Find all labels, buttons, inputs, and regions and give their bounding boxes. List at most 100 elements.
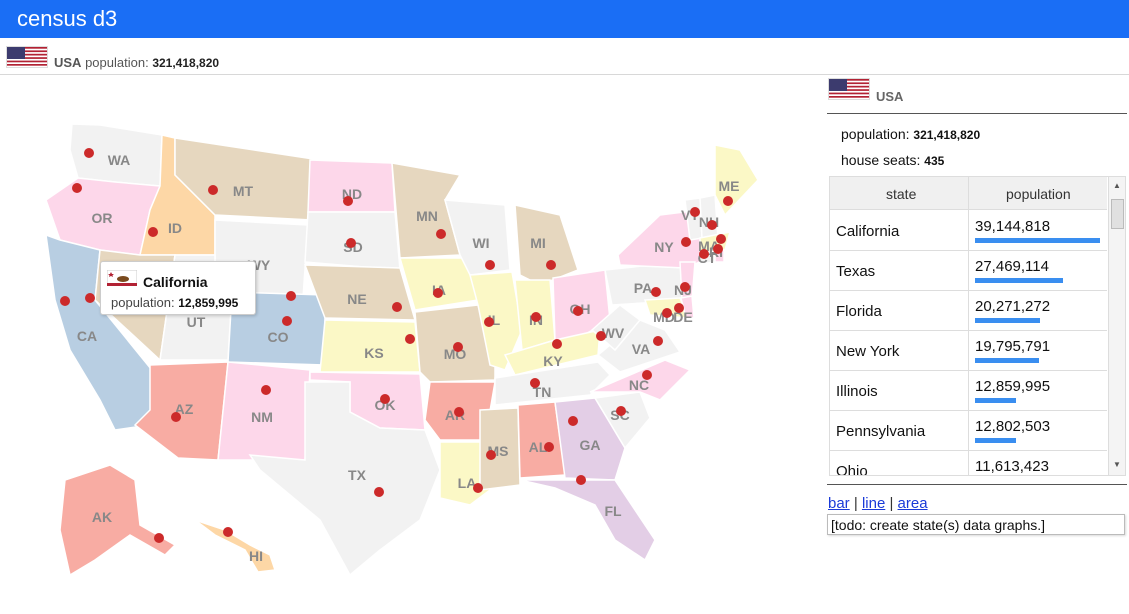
cell-population: 20,271,272 — [975, 298, 1051, 315]
state-label-mi: MI — [530, 235, 546, 251]
cell-state: Ohio — [836, 463, 868, 476]
capital-dot[interactable] — [436, 229, 446, 239]
house-seats-label: house seats: — [841, 152, 921, 168]
state-label-ny: NY — [654, 239, 674, 255]
capital-dot[interactable] — [651, 287, 661, 297]
tooltip-population: population: 12,859,995 — [111, 295, 238, 310]
state-label-ca: CA — [77, 328, 97, 344]
app-title: census d3 — [17, 6, 118, 31]
capital-dot[interactable] — [346, 238, 356, 248]
population-value: 321,418,820 — [152, 56, 220, 70]
tooltip-population-value: 12,859,995 — [178, 296, 239, 310]
capital-dot[interactable] — [84, 148, 94, 158]
state-label-mt: MT — [233, 183, 254, 199]
scroll-up-icon[interactable]: ▲ — [1113, 181, 1121, 190]
capital-dot[interactable] — [662, 308, 672, 318]
scroll-down-icon[interactable]: ▼ — [1113, 460, 1121, 469]
population-bar — [975, 318, 1040, 323]
usa-flag-icon — [828, 78, 870, 100]
details-population-value: 321,418,820 — [913, 128, 981, 142]
table-scrollbar[interactable]: ▲ ▼ — [1108, 177, 1125, 475]
line-link[interactable]: line — [862, 495, 885, 512]
state-population-table[interactable]: state population California 39,144,818 Tex… — [829, 176, 1126, 476]
capital-dot[interactable] — [485, 260, 495, 270]
cell-state: Florida — [836, 303, 882, 320]
population-bar — [975, 358, 1039, 363]
capital-dot[interactable] — [392, 302, 402, 312]
capital-dot[interactable] — [552, 339, 562, 349]
details-house-seats: house seats: 435 — [841, 152, 944, 168]
todo-note: [todo: create state(s) data graphs.] — [827, 514, 1125, 535]
details-population-label: population: — [841, 126, 910, 142]
panel-divider — [827, 484, 1127, 485]
population-bar — [975, 438, 1016, 443]
cell-population: 27,469,114 — [975, 258, 1049, 275]
capital-dot[interactable] — [546, 260, 556, 270]
state-label-ne: NE — [347, 291, 366, 307]
capital-dot[interactable] — [60, 296, 70, 306]
column-header-population[interactable]: population — [1006, 186, 1071, 202]
country-summary-bar: USA population: 321,418,820 — [0, 38, 1129, 75]
us-map-svg[interactable]: WAORCAIDMTWYNVUTCOAZNMNDSDNEKSOKTXMNIAMO… — [0, 76, 820, 609]
capital-dot[interactable] — [261, 385, 271, 395]
capital-dot[interactable] — [405, 334, 415, 344]
capital-dot[interactable] — [568, 416, 578, 426]
capital-dot[interactable] — [171, 412, 181, 422]
capital-dot[interactable] — [286, 291, 296, 301]
capital-dot[interactable] — [531, 312, 541, 322]
column-header-state[interactable]: state — [886, 186, 916, 202]
capital-dot[interactable] — [486, 450, 496, 460]
capital-dot[interactable] — [699, 249, 709, 259]
state-label-ut: UT — [187, 314, 206, 330]
capital-dot[interactable] — [433, 288, 443, 298]
capital-dot[interactable] — [653, 336, 663, 346]
capital-dot[interactable] — [573, 306, 583, 316]
capital-dot[interactable] — [380, 394, 390, 404]
house-seats-value: 435 — [924, 154, 945, 168]
state-label-me: ME — [719, 178, 740, 194]
state-label-pa: PA — [634, 280, 652, 296]
tooltip-state-name: California — [143, 274, 208, 290]
state-tooltip: California population: 12,859,995 — [100, 261, 256, 315]
capital-dot[interactable] — [223, 527, 233, 537]
us-map[interactable]: WAORCAIDMTWYNVUTCOAZNMNDSDNEKSOKTXMNIAMO… — [0, 76, 820, 609]
capital-dot[interactable] — [713, 244, 723, 254]
capital-dot[interactable] — [343, 196, 353, 206]
capital-dot[interactable] — [148, 227, 158, 237]
capital-dot[interactable] — [208, 185, 218, 195]
cell-population: 11,613,423 — [975, 458, 1049, 475]
capital-dot[interactable] — [374, 487, 384, 497]
population-bar — [975, 278, 1063, 283]
capital-dot[interactable] — [642, 370, 652, 380]
capital-dot[interactable] — [484, 317, 494, 327]
capital-dot[interactable] — [85, 293, 95, 303]
area-link[interactable]: area — [898, 495, 928, 512]
state-label-co: CO — [268, 329, 289, 345]
state-ak — [59, 464, 177, 577]
capital-dot[interactable] — [674, 303, 684, 313]
state-label-mn: MN — [416, 208, 438, 224]
cell-population: 12,859,995 — [975, 378, 1051, 395]
capital-dot[interactable] — [616, 406, 626, 416]
capital-dot[interactable] — [680, 282, 690, 292]
capital-dot[interactable] — [576, 475, 586, 485]
capital-dot[interactable] — [707, 220, 717, 230]
capital-dot[interactable] — [72, 183, 82, 193]
capital-dot[interactable] — [716, 234, 726, 244]
capital-dot[interactable] — [282, 316, 292, 326]
capital-dot[interactable] — [454, 407, 464, 417]
capital-dot[interactable] — [473, 483, 483, 493]
capital-dot[interactable] — [690, 207, 700, 217]
bar-link[interactable]: bar — [828, 495, 850, 512]
capital-dot[interactable] — [530, 378, 540, 388]
capital-dot[interactable] — [154, 533, 164, 543]
capital-dot[interactable] — [453, 342, 463, 352]
capital-dot[interactable] — [596, 331, 606, 341]
state-label-ak: AK — [92, 509, 112, 525]
capital-dot[interactable] — [681, 237, 691, 247]
scrollbar-thumb[interactable] — [1111, 199, 1124, 229]
column-divider — [968, 177, 969, 475]
capital-dot[interactable] — [544, 442, 554, 452]
country-code: USA — [54, 55, 82, 70]
capital-dot[interactable] — [723, 196, 733, 206]
